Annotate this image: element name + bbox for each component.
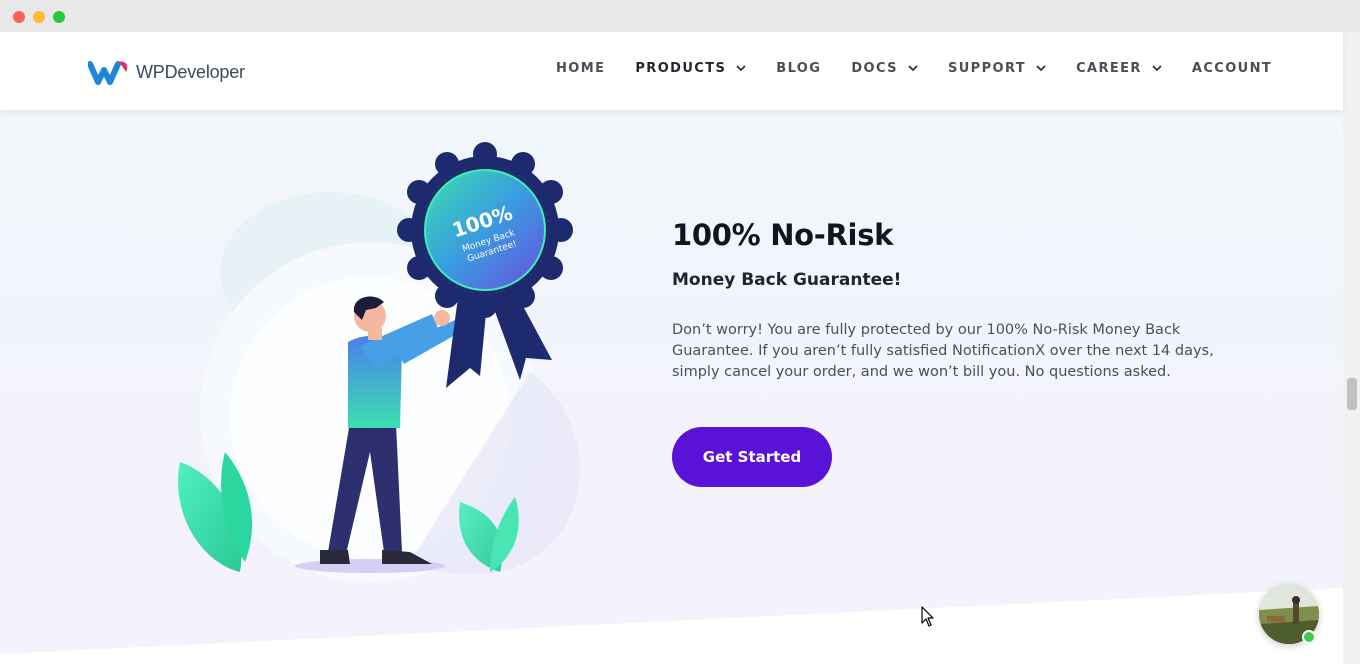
page-scrollbar[interactable]: [1343, 32, 1360, 664]
page-viewport: WPDeveloper HOME PRODUCTS BLOG DOCS SUPP…: [0, 32, 1360, 664]
browser-window: WPDeveloper HOME PRODUCTS BLOG DOCS SUPP…: [0, 0, 1360, 664]
wpdeveloper-logo-icon: [88, 61, 128, 85]
mouse-cursor-icon: [921, 606, 934, 627]
nav-item-home[interactable]: HOME: [556, 61, 605, 76]
online-status-indicator: [1302, 630, 1316, 644]
nav-item-label: DOCS: [851, 61, 898, 76]
maximize-window-button[interactable]: [53, 11, 65, 23]
get-started-button[interactable]: Get Started: [672, 427, 832, 487]
chevron-down-icon: [1152, 65, 1162, 72]
nav-item-account[interactable]: ACCOUNT: [1192, 61, 1272, 76]
site-logo-text: WPDeveloper: [136, 61, 245, 82]
chevron-down-icon: [908, 65, 918, 72]
nav-item-label: HOME: [556, 61, 606, 76]
money-back-illustration: 100% Money Back Guarantee!: [178, 142, 581, 582]
scrollbar-thumb[interactable]: [1347, 378, 1357, 410]
main-navigation: HOME PRODUCTS BLOG DOCS SUPPORT CAREER A…: [556, 61, 1272, 76]
nav-item-label: ACCOUNT: [1191, 61, 1273, 76]
guarantee-description: Don’t worry! You are fully protected by …: [672, 322, 1214, 380]
close-window-button[interactable]: [13, 11, 25, 23]
site-header: WPDeveloper HOME PRODUCTS BLOG DOCS SUPP…: [0, 32, 1343, 110]
nav-item-label: SUPPORT: [947, 61, 1027, 76]
chevron-down-icon: [736, 65, 746, 72]
page-subtitle: Money Back Guarantee!: [672, 270, 902, 290]
guarantee-section: 100% No-Risk Money Back Guarantee! Don’t…: [672, 218, 1232, 487]
nav-item-label: BLOG: [776, 61, 822, 76]
nav-item-blog[interactable]: BLOG: [776, 61, 821, 76]
nav-item-label: CAREER: [1076, 61, 1142, 76]
nav-item-products[interactable]: PRODUCTS: [635, 61, 746, 76]
nav-item-support[interactable]: SUPPORT: [948, 61, 1046, 76]
title-bar: [0, 0, 1360, 32]
nav-item-label: PRODUCTS: [635, 61, 727, 76]
nav-item-career[interactable]: CAREER: [1076, 61, 1162, 76]
nav-item-docs[interactable]: DOCS: [851, 61, 918, 76]
page-title: 100% No-Risk: [672, 218, 894, 252]
chevron-down-icon: [1036, 65, 1046, 72]
site-logo[interactable]: WPDeveloper: [88, 58, 245, 86]
minimize-window-button[interactable]: [33, 11, 45, 23]
